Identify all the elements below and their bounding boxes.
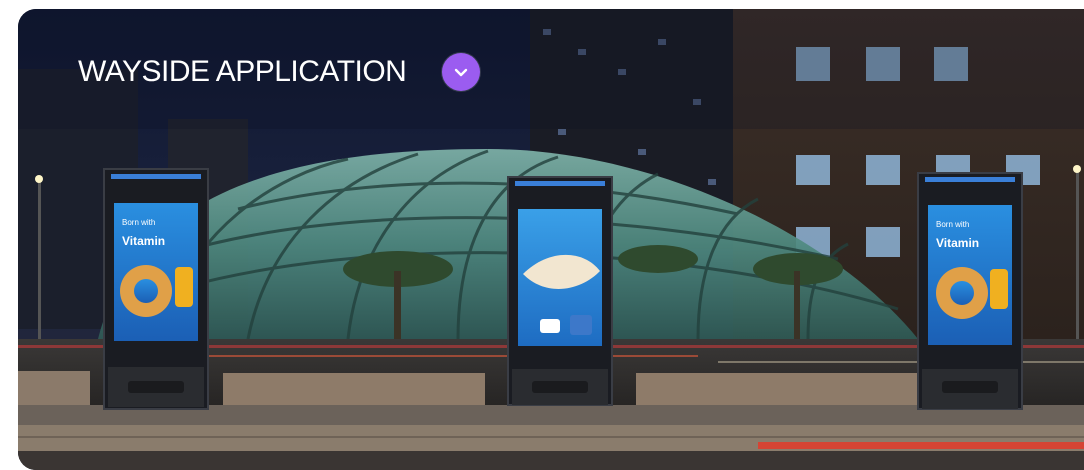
kiosk-left: Born with Vitamin xyxy=(103,168,209,410)
svg-text:Vitamin: Vitamin xyxy=(122,234,165,248)
kiosk-center xyxy=(507,176,613,406)
section-header: WAYSIDE APPLICATION xyxy=(78,53,481,91)
section-title: WAYSIDE APPLICATION xyxy=(78,55,407,88)
svg-text:Vitamin: Vitamin xyxy=(936,236,979,250)
svg-text:Born with: Born with xyxy=(936,220,969,229)
chevron-down-icon xyxy=(455,68,468,77)
hero-card: Born with Vitamin Born with Vitamin WAYS… xyxy=(18,9,1084,470)
svg-text:Born with: Born with xyxy=(122,218,155,227)
expand-toggle-button[interactable] xyxy=(442,53,481,91)
kiosk-right: Born with Vitamin xyxy=(917,172,1023,410)
